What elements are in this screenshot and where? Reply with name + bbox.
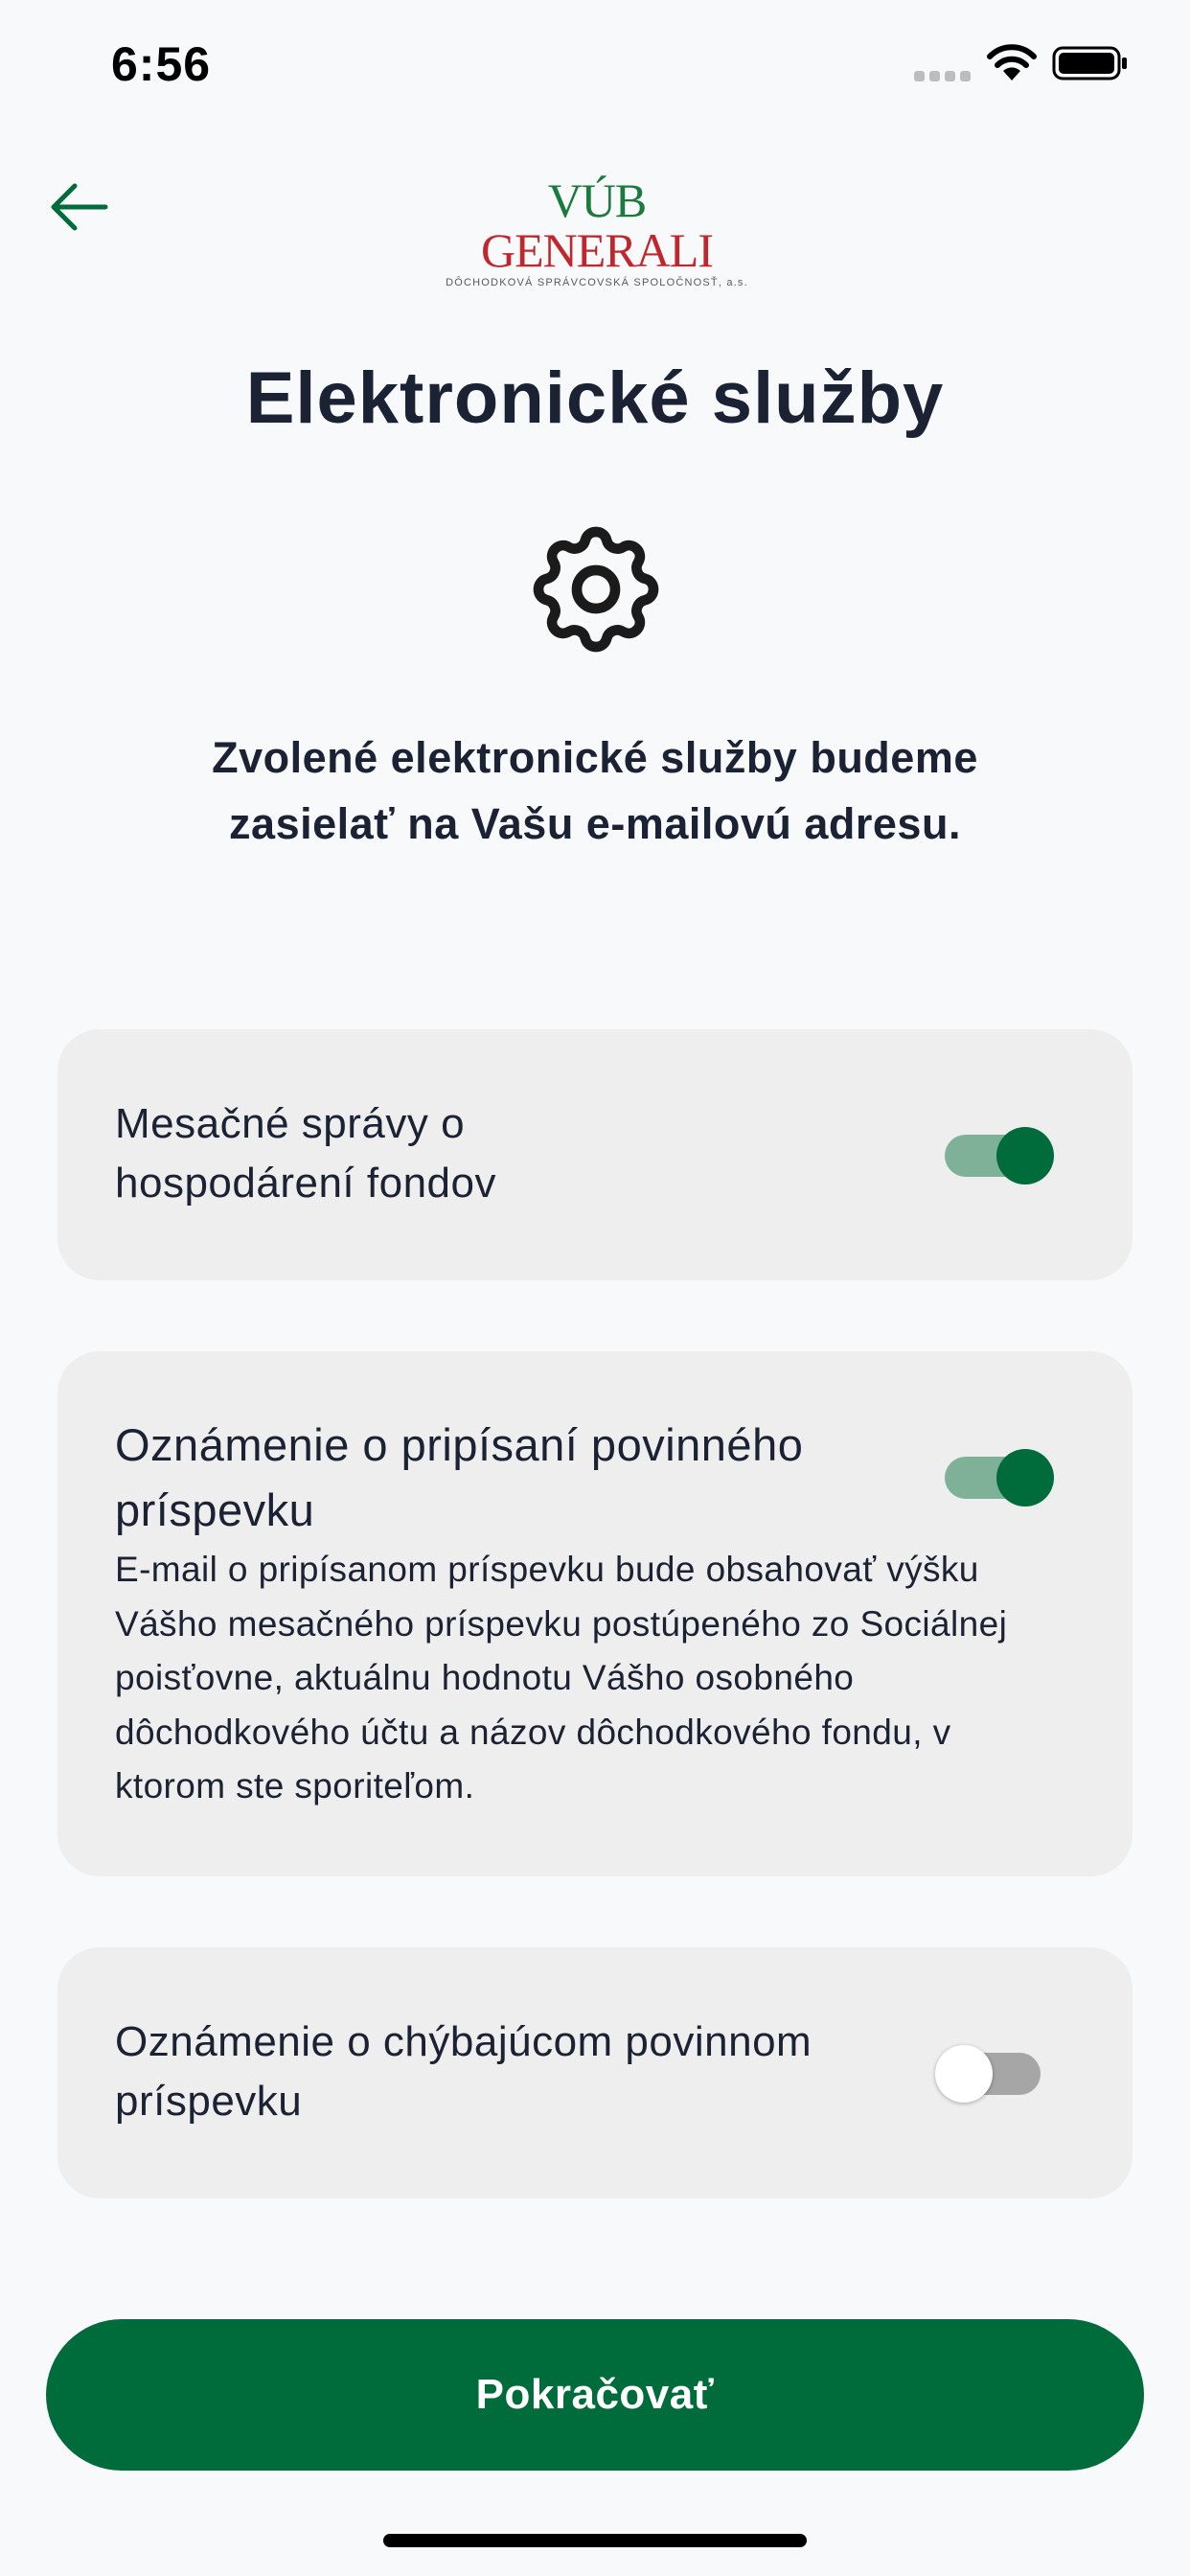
logo-generali-text: GENERALI [481, 223, 714, 277]
battery-icon [1052, 46, 1127, 80]
toggle-knob [935, 2045, 993, 2103]
continue-button[interactable]: Pokračovať [46, 2319, 1144, 2471]
service-title: Oznámenie o pripísaní povinného príspevk… [115, 1419, 804, 1535]
service-title: Mesačné správy o hospodárení fondov [115, 1100, 496, 1207]
service-card-contribution-notice: Oznámenie o pripísaní povinného príspevk… [57, 1351, 1133, 1876]
contribution-notice-toggle[interactable] [941, 1447, 1056, 1508]
intro-text: Zvolené elektronické služby budeme zasie… [212, 733, 978, 848]
vub-generali-logo: VÚB GENERALI DÔCHODKOVÁ SPRÁVCOVSKÁ SPOL… [439, 173, 755, 288]
home-indicator [383, 2534, 807, 2547]
monthly-reports-toggle[interactable] [941, 1125, 1056, 1186]
status-bar: 6:56 [0, 0, 1190, 125]
signal-icon [914, 71, 971, 81]
service-description: E-mail o pripísanom príspevku bude obsah… [115, 1550, 1008, 1806]
gear-icon [533, 526, 659, 653]
page-title: Elektronické služby [245, 357, 945, 439]
logo-subtitle: DÔCHODKOVÁ SPRÁVCOVSKÁ SPOLOČNOSŤ, a.s. [446, 277, 748, 288]
service-title: Oznámenie o chýbajúcom povinnom príspevk… [115, 2018, 812, 2125]
toggle-knob [996, 1127, 1054, 1184]
logo-vub-text: VÚB [547, 173, 648, 227]
wifi-icon [987, 44, 1037, 80]
service-card-missing-contribution: Oznámenie o chýbajúcom povinnom príspevk… [57, 1947, 1133, 2198]
status-time: 6:56 [111, 37, 212, 91]
back-button[interactable] [48, 182, 111, 232]
service-card-monthly-reports: Mesačné správy o hospodárení fondov [57, 1029, 1133, 1280]
missing-contribution-toggle[interactable] [935, 2043, 1050, 2104]
toggle-knob [996, 1449, 1054, 1506]
arrow-left-icon [51, 183, 108, 231]
